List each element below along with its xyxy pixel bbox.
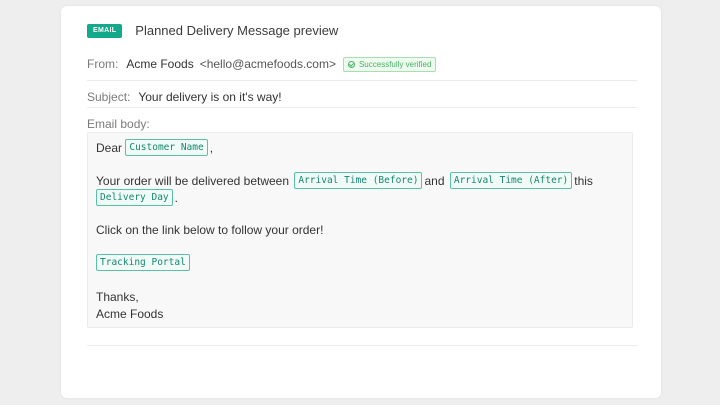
signoff-line: Thanks,	[96, 290, 139, 304]
customer-name-token[interactable]: Customer Name	[125, 139, 208, 156]
email-body: Dear Customer Name, Your order will be d…	[87, 132, 633, 328]
from-email: <hello@acmefoods.com>	[199, 57, 336, 71]
delivery-day-token[interactable]: Delivery Day	[96, 189, 173, 206]
divider	[87, 345, 637, 346]
verified-text: Successfully verified	[358, 59, 432, 69]
delivery-line-2: Delivery Day.	[96, 189, 178, 206]
subject-label: Subject:	[87, 90, 131, 104]
delivery-text: Your order will be delivered between	[96, 173, 290, 188]
divider	[87, 80, 637, 81]
email-body-label: Email body:	[87, 117, 150, 131]
signoff-text: Thanks,	[96, 290, 139, 304]
email-badge: EMAIL	[87, 23, 123, 38]
check-circle-icon	[347, 60, 355, 68]
greeting-punct: ,	[209, 140, 214, 155]
divider	[87, 107, 637, 108]
from-row: From: Acme Foods <hello@acmefoods.com> S…	[87, 56, 437, 72]
verified-badge: Successfully verified	[342, 56, 437, 72]
tracking-portal-token[interactable]: Tracking Portal	[96, 254, 190, 271]
preview-header: EMAIL Planned Delivery Message preview	[87, 23, 338, 38]
greeting-text: Dear	[96, 140, 123, 155]
email-preview-card: EMAIL Planned Delivery Message preview F…	[61, 6, 661, 398]
subject-value: Your delivery is on it's way!	[138, 90, 282, 104]
arrival-before-token[interactable]: Arrival Time (Before)	[294, 172, 423, 189]
signature-text: Acme Foods	[96, 307, 164, 321]
delivery-period: .	[174, 190, 178, 205]
link-line: Click on the link below to follow your o…	[96, 223, 323, 237]
from-label: From:	[87, 57, 119, 71]
arrival-after-token[interactable]: Arrival Time (After)	[449, 172, 573, 189]
greeting-line: Dear Customer Name,	[96, 139, 213, 156]
link-instruction: Click on the link below to follow your o…	[96, 223, 324, 237]
delivery-this: this	[574, 173, 593, 188]
delivery-line-1: Your order will be delivered between Arr…	[96, 172, 593, 189]
subject-row: Subject: Your delivery is on it's way!	[87, 89, 282, 105]
signature-line: Acme Foods	[96, 307, 163, 321]
delivery-and: and	[424, 173, 445, 188]
from-name: Acme Foods	[126, 57, 194, 71]
tracking-line: Tracking Portal	[96, 254, 192, 271]
preview-title: Planned Delivery Message preview	[135, 23, 339, 38]
